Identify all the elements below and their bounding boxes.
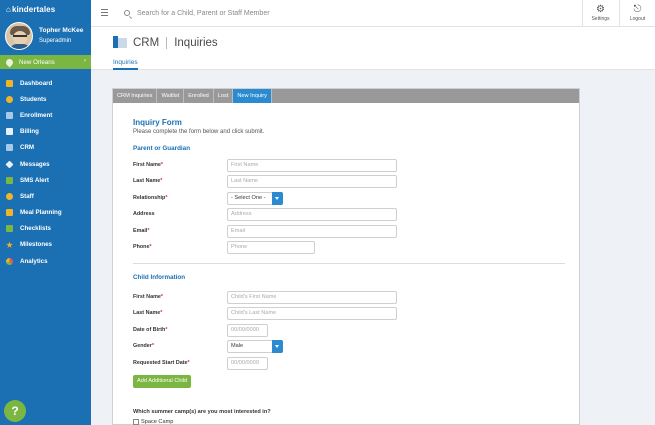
gear-icon: ⚙ — [596, 4, 605, 15]
tab-lost[interactable]: Lost — [214, 89, 234, 103]
house-icon: ⌂ — [6, 4, 11, 14]
gender-select[interactable]: Male — [227, 340, 283, 353]
logout-button[interactable]: ⎋ Logout — [619, 0, 655, 27]
sidebar-item-analytics[interactable]: Analytics — [0, 253, 91, 269]
tab-waitlist[interactable]: Waitlist — [157, 89, 185, 103]
tab-new-inquiry[interactable]: New Inquiry — [233, 89, 272, 103]
staff-icon — [6, 192, 13, 200]
milestones-icon — [6, 241, 13, 248]
phone-input[interactable]: Phone — [227, 241, 315, 254]
search-icon — [124, 10, 130, 16]
checklist-icon — [6, 225, 13, 233]
user-profile[interactable]: Topher McKee Superadmin — [0, 18, 91, 54]
relationship-select[interactable]: - Select One - — [227, 192, 283, 205]
add-child-button[interactable]: Add Additional Child — [133, 375, 192, 388]
page-title: CRM Inquiries — [133, 37, 218, 49]
logout-icon: ⎋ — [633, 4, 642, 15]
settings-button[interactable]: ⚙ Settings — [582, 0, 618, 27]
start-date-row: Requested Start Date* 00/00/0000 — [133, 357, 565, 370]
camp-question: Which summer camp(s) are you most intere… — [133, 409, 271, 415]
logout-label: Logout — [629, 16, 646, 22]
section-divider — [133, 263, 565, 264]
sidebar-item-sms-alert[interactable]: SMS Alert — [0, 172, 91, 188]
user-name: Topher McKee — [39, 27, 84, 34]
phone-row: Phone* Phone — [133, 241, 565, 254]
user-role: Superadmin — [39, 38, 72, 44]
parent-last-name-input[interactable]: Last Name — [227, 175, 397, 188]
page-header: CRM Inquiries Inquiries — [91, 27, 655, 70]
start-date-input[interactable]: 00/00/0000 — [227, 357, 268, 370]
billing-icon — [6, 128, 13, 136]
sidebar: ⌂ kindertales Topher McKee Superadmin Ne… — [0, 0, 91, 425]
search-placeholder: Search for a Child, Parent or Staff Memb… — [137, 9, 270, 17]
checkbox[interactable] — [133, 419, 139, 425]
students-icon — [6, 95, 13, 103]
tab-crm-inquiries[interactable]: CRM Inquiries — [113, 89, 158, 103]
parent-last-name-row: Last Name* Last Name — [133, 175, 565, 188]
location-name: New Orleans — [19, 58, 55, 66]
meal-icon — [6, 209, 13, 217]
sidebar-item-crm[interactable]: CRM — [0, 140, 91, 156]
dashboard-icon — [6, 79, 13, 87]
sidebar-item-enrollment[interactable]: Enrollment — [0, 107, 91, 123]
form-subtitle: Please complete the form below and click… — [133, 129, 265, 135]
location-pin-icon — [4, 57, 15, 67]
parent-section-heading: Parent or Guardian — [133, 145, 191, 152]
inquiry-form: Inquiry Form Please complete the form be… — [133, 118, 565, 425]
subtab-inquiries[interactable]: Inquiries — [113, 59, 138, 66]
avatar — [5, 22, 33, 50]
child-first-name-row: First Name* Child's First Name — [133, 291, 565, 304]
module-name: CRM — [133, 37, 160, 49]
crm-module-icon — [113, 36, 127, 48]
email-row: Email* Email — [133, 225, 565, 238]
address-row: Address Address — [133, 208, 565, 221]
address-input[interactable]: Address — [227, 208, 397, 221]
sidebar-nav: Dashboard Students Enrollment Billing CR… — [0, 75, 91, 269]
analytics-icon — [6, 257, 13, 265]
form-panel: CRM Inquiries Waitlist Enrolled Lost New… — [112, 88, 580, 425]
parent-first-name-input[interactable]: First Name — [227, 159, 397, 172]
sidebar-item-checklists[interactable]: Checklists — [0, 221, 91, 237]
relationship-row: Relationship* - Select One - — [133, 192, 565, 205]
logo-text: kindertales — [11, 4, 56, 14]
dob-row: Date of Birth* 00/00/0000 — [133, 324, 565, 337]
child-last-name-row: Last Name* Child's Last Name — [133, 307, 565, 320]
tab-bar: CRM Inquiries Waitlist Enrolled Lost New… — [113, 89, 579, 103]
help-button[interactable]: ? — [4, 400, 26, 422]
child-section-heading: Child Information — [133, 274, 186, 281]
sidebar-item-staff[interactable]: Staff — [0, 188, 91, 204]
dob-input[interactable]: 00/00/0000 — [227, 324, 268, 337]
sms-icon — [6, 176, 13, 184]
child-last-name-input[interactable]: Child's Last Name — [227, 307, 397, 320]
form-title: Inquiry Form — [133, 118, 182, 127]
child-first-name-input[interactable]: Child's First Name — [227, 291, 397, 304]
chevron-right-icon: › — [84, 58, 86, 64]
sidebar-item-messages[interactable]: Messages — [0, 156, 91, 172]
sidebar-item-billing[interactable]: Billing — [0, 124, 91, 140]
sidebar-item-students[interactable]: Students — [0, 91, 91, 107]
parent-first-name-row: First Name* First Name — [133, 159, 565, 172]
dropdown-arrow-icon — [272, 192, 283, 205]
email-field[interactable]: Email — [227, 225, 397, 238]
page-name: Inquiries — [174, 37, 218, 49]
sidebar-item-meal-planning[interactable]: Meal Planning — [0, 205, 91, 221]
gender-row: Gender* Male — [133, 340, 565, 353]
messages-icon — [5, 160, 14, 168]
enrollment-icon — [6, 111, 13, 119]
tab-enrolled[interactable]: Enrolled — [184, 89, 214, 103]
top-bar: Search for a Child, Parent or Staff Memb… — [91, 0, 655, 27]
search-input[interactable]: Search for a Child, Parent or Staff Memb… — [124, 6, 424, 20]
camp-option-space-camp[interactable]: Space Camp — [133, 419, 173, 425]
dropdown-arrow-icon — [272, 340, 283, 353]
settings-label: Settings — [591, 16, 610, 22]
hamburger-menu-icon[interactable] — [101, 9, 108, 17]
app-logo[interactable]: ⌂ kindertales — [0, 0, 91, 18]
location-selector[interactable]: New Orleans › — [0, 55, 91, 69]
sidebar-item-dashboard[interactable]: Dashboard — [0, 75, 91, 91]
crm-icon — [6, 144, 13, 152]
sidebar-item-milestones[interactable]: Milestones — [0, 237, 91, 253]
